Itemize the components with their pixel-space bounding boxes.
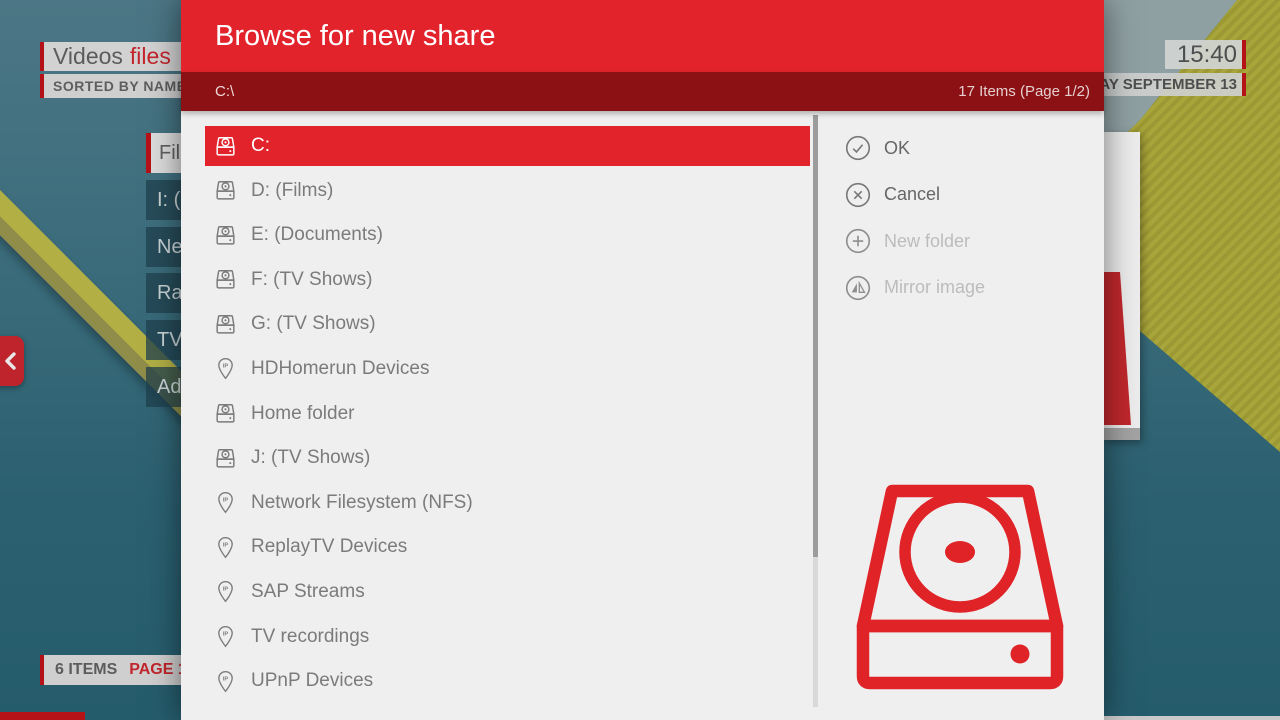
new-folder-button: New folder	[845, 227, 985, 255]
share-list-item[interactable]: IP ReplayTV Devices	[205, 527, 810, 567]
library-title: Videos	[53, 43, 123, 70]
disk-icon	[213, 178, 238, 203]
pin-icon: IP	[213, 624, 238, 649]
share-list-item[interactable]: J: (TV Shows)	[205, 438, 810, 478]
action-button-label: New folder	[884, 231, 970, 252]
svg-text:IP: IP	[223, 498, 229, 504]
close-icon	[845, 182, 871, 208]
share-list-item[interactable]: Home folder	[205, 394, 810, 434]
share-item-label: D: (Films)	[251, 180, 333, 202]
share-item-label: HDHomerun Devices	[251, 358, 429, 380]
item-count-badge: 17 Items (Page 1/2)	[958, 83, 1090, 100]
current-path: C:\	[215, 83, 234, 100]
cancel-button[interactable]: Cancel	[845, 181, 985, 209]
item-count-label: 6 ITEMS	[55, 661, 117, 679]
screen: Videos files SORTED BY NAME Fil I: ( Ne …	[0, 0, 1280, 720]
dialog-path-bar: C:\ 17 Items (Page 1/2)	[181, 72, 1104, 111]
share-list-item[interactable]: F: (TV Shows)	[205, 260, 810, 300]
action-button-label: Mirror image	[884, 277, 985, 298]
disk-icon	[213, 267, 238, 292]
dialog-title: Browse for new share	[181, 0, 1104, 72]
share-item-label: G: (TV Shows)	[251, 313, 376, 335]
check-icon	[845, 135, 871, 161]
ok-button[interactable]: OK	[845, 134, 985, 162]
svg-text:IP: IP	[223, 631, 229, 637]
back-navigation-tab[interactable]	[0, 336, 24, 386]
library-title-accent: files	[130, 43, 171, 70]
pin-icon: IP	[213, 579, 238, 604]
mirror-icon	[845, 275, 871, 301]
dialog-body: C: D: (Films) E: (Documents) F: (TV Show…	[181, 111, 1104, 720]
share-item-label: UPnP Devices	[251, 670, 373, 692]
share-item-label: Network Filesystem (NFS)	[251, 492, 473, 514]
svg-text:IP: IP	[223, 542, 229, 548]
svg-text:IP: IP	[223, 587, 229, 593]
pin-icon: IP	[213, 669, 238, 694]
date-label: RDAY SEPTEMBER 13	[1104, 73, 1246, 96]
poster-card	[1104, 132, 1140, 440]
share-list-item[interactable]: C:	[205, 126, 810, 166]
mirror-image-button: Mirror image	[845, 274, 985, 302]
share-item-label: J: (TV Shows)	[251, 447, 370, 469]
plus-icon	[845, 228, 871, 254]
browse-share-dialog: Browse for new share C:\ 17 Items (Page …	[181, 0, 1104, 720]
disk-icon	[213, 401, 238, 426]
svg-text:IP: IP	[223, 676, 229, 682]
share-list-item[interactable]: IP TV recordings	[205, 617, 810, 657]
disk-icon	[213, 223, 238, 248]
clock: 15:40	[1165, 40, 1246, 69]
bg-red-strip	[0, 712, 85, 720]
share-list-item[interactable]: IP SAP Streams	[205, 572, 810, 612]
share-list-item[interactable]: G: (TV Shows)	[205, 304, 810, 344]
share-list-item[interactable]: IP Network Filesystem (NFS)	[205, 483, 810, 523]
pin-icon: IP	[213, 535, 238, 560]
share-list-item[interactable]: IP UPnP Devices	[205, 661, 810, 701]
list-scrollbar[interactable]	[813, 115, 818, 707]
share-item-label: SAP Streams	[251, 581, 365, 603]
share-item-label: ReplayTV Devices	[251, 536, 407, 558]
share-item-label: Home folder	[251, 403, 355, 425]
bg-bottom-strip	[1104, 716, 1280, 720]
share-list-item[interactable]: IP HDHomerun Devices	[205, 349, 810, 389]
share-list-item[interactable]: E: (Documents)	[205, 215, 810, 255]
scrollbar-thumb[interactable]	[813, 115, 818, 557]
action-button-label: OK	[884, 138, 910, 159]
share-item-label: C:	[251, 135, 270, 157]
pin-icon: IP	[213, 490, 238, 515]
disk-icon	[213, 446, 238, 471]
disk-icon	[213, 312, 238, 337]
share-list-item[interactable]: D: (Films)	[205, 171, 810, 211]
dialog-actions: OK Cancel New folder Mirror image	[845, 134, 985, 320]
share-item-label: E: (Documents)	[251, 224, 383, 246]
poster-footer	[1104, 428, 1140, 440]
bg-right-decor: 15:40 RDAY SEPTEMBER 13	[1104, 0, 1280, 720]
chevron-left-icon	[4, 352, 16, 370]
disk-icon	[213, 134, 238, 159]
pin-icon: IP	[213, 356, 238, 381]
svg-text:IP: IP	[223, 364, 229, 370]
share-item-label: F: (TV Shows)	[251, 269, 372, 291]
share-item-label: TV recordings	[251, 626, 369, 648]
hard-disk-illustration-icon	[855, 483, 1065, 690]
poster-art	[1104, 132, 1140, 440]
share-list: C: D: (Films) E: (Documents) F: (TV Show…	[205, 126, 810, 706]
action-button-label: Cancel	[884, 184, 940, 205]
